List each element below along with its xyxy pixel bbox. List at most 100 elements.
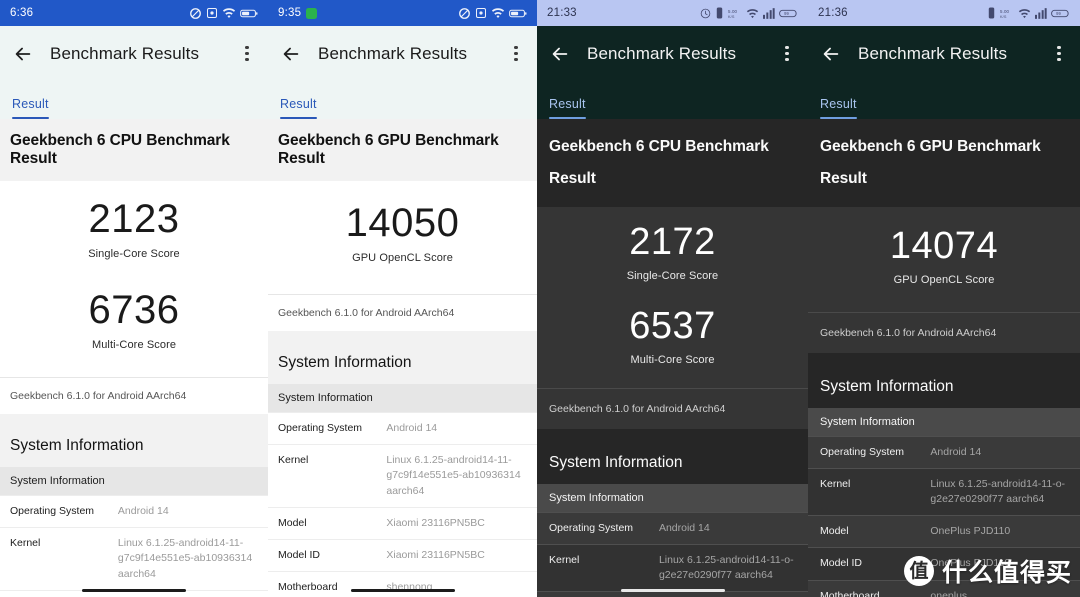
overflow-menu-icon[interactable] — [778, 44, 796, 64]
row-value: Linux 6.1.25-android14-11-o-g2e27e0290f7… — [930, 477, 1066, 505]
data-icon: 5.00K/S — [728, 8, 738, 18]
vibrate-icon — [988, 7, 995, 19]
back-arrow-icon[interactable] — [549, 43, 571, 65]
row-value: Xiaomi 23116PN5BC — [386, 516, 485, 529]
section-header-system-information: System Information — [0, 428, 268, 467]
notification-badge-icon — [306, 7, 318, 19]
section-gap — [268, 331, 537, 345]
version-label: Geekbench 6.1.0 for Android AArch64 — [0, 377, 268, 414]
row-key: Model — [0, 591, 118, 597]
table-row: Model OnePlus PJD110 — [537, 591, 808, 597]
score-label-multi: Multi-Core Score — [91, 339, 177, 351]
svg-text:99: 99 — [784, 11, 789, 16]
section-header-system-information: System Information — [808, 368, 1080, 408]
score-value-multi: 6736 — [88, 288, 180, 332]
row-key: Kernel — [278, 454, 309, 467]
row-value: Linux 6.1.25-android14-11-g7c9f14e551e5-… — [117, 537, 253, 580]
result-title: Geekbench 6 CPU Benchmark Result — [0, 119, 268, 181]
row-key: Operating System — [549, 521, 634, 534]
tab-bar: Result — [537, 81, 808, 119]
score-card: 2172 Single-Core Score 6537 Multi-Core S… — [537, 206, 808, 388]
wifi-icon — [1018, 8, 1031, 18]
tab-bar: Result — [0, 81, 268, 119]
battery-icon: 99 — [779, 9, 797, 17]
version-label: Geekbench 6.1.0 for Android AArch64 — [537, 387, 808, 429]
table-row: Kernel Linux 6.1.25-android14-11-o-g2e27… — [808, 467, 1080, 516]
status-time: 6:36 — [10, 7, 34, 19]
row-value: Android 14 — [658, 521, 710, 534]
screenshot-icon — [476, 8, 486, 18]
score-card: 2123 Single-Core Score 6736 Multi-Core S… — [0, 181, 268, 377]
score-label-gpu: GPU OpenCL Score — [893, 273, 995, 286]
section-header-system-information: System Information — [537, 444, 808, 484]
app-bar: Benchmark Results — [0, 26, 268, 81]
row-value: Linux 6.1.25-android14-11-o-g2e27e0290f7… — [658, 553, 794, 581]
tab-bar: Result — [268, 81, 537, 119]
section-header-system-information: System Information — [268, 345, 537, 384]
app-bar: Benchmark Results — [268, 26, 537, 81]
row-value: OnePlus PJD110 — [659, 592, 808, 597]
svg-text:5.00: 5.00 — [1000, 8, 1010, 13]
battery-icon — [509, 9, 527, 17]
svg-text:K/S: K/S — [1000, 14, 1007, 18]
result-title: Geekbench 6 GPU Benchmark Result — [808, 119, 1080, 207]
row-key: Operating System — [278, 422, 363, 434]
status-time: 21:33 — [547, 7, 577, 19]
wifi-icon — [746, 8, 759, 18]
phone-screen-xiaomi-cpu: 6:36 Benchmark Results Result Geekbench … — [0, 0, 268, 597]
row-key: Operating System — [820, 445, 905, 458]
watermark-text: 什么值得买 — [941, 559, 1072, 587]
page-title: Benchmark Results — [858, 43, 1008, 63]
table-row: Motherboard shennong — [268, 571, 537, 597]
back-arrow-icon[interactable] — [820, 43, 842, 65]
score-label-gpu: GPU OpenCL Score — [352, 252, 453, 264]
tab-result[interactable]: Result — [12, 97, 63, 119]
version-label: Geekbench 6.1.0 for Android AArch64 — [268, 294, 537, 331]
status-bar: 21:33 5.00 K/S 99 — [537, 0, 808, 26]
wifi-icon — [222, 8, 236, 18]
svg-text:5.00: 5.00 — [728, 8, 738, 13]
table-row: Kernel Linux 6.1.25-android14-11-g7c9f14… — [0, 527, 268, 590]
overflow-menu-icon[interactable] — [238, 44, 256, 64]
signal-icon — [763, 7, 775, 19]
row-key: Model ID — [278, 549, 321, 562]
result-title-line-2: Result — [549, 169, 596, 187]
row-value: Android 14 — [930, 445, 982, 458]
app-bar: Benchmark Results — [537, 26, 808, 81]
row-value: Android 14 — [117, 505, 169, 517]
section-gap — [0, 414, 268, 428]
version-label: Geekbench 6.1.0 for Android AArch64 — [808, 311, 1080, 353]
result-title-line-2: Result — [820, 169, 867, 187]
table-row: Kernel Linux 6.1.25-android14-11-o-g2e27… — [537, 543, 808, 592]
back-arrow-icon[interactable] — [280, 43, 302, 65]
battery-icon: 99 — [1051, 9, 1069, 17]
overflow-menu-icon[interactable] — [507, 44, 525, 64]
row-value: Xiaomi 23116PN5BC — [118, 591, 268, 597]
row-value: Linux 6.1.25-android14-11-g7c9f14e551e5-… — [386, 454, 521, 497]
table-row: Model Xiaomi 23116PN5BC — [268, 506, 537, 540]
table-row: Operating System Android 14 — [0, 495, 268, 528]
row-key: Kernel — [549, 553, 580, 566]
score-value-gpu: 14074 — [889, 224, 999, 267]
svg-text:99: 99 — [1056, 11, 1061, 16]
dnd-icon — [190, 7, 201, 19]
status-bar: 21:36 5.00 K/S 99 — [808, 0, 1080, 26]
row-key: Model — [537, 592, 659, 597]
score-value-single: 2172 — [629, 220, 716, 263]
row-key: Operating System — [10, 505, 95, 517]
system-information-table: System Information Operating System Andr… — [0, 467, 268, 597]
table-row: Kernel Linux 6.1.25-android14-11-g7c9f14… — [268, 444, 537, 507]
result-title-line-1: Geekbench 6 CPU Benchmark — [549, 138, 769, 155]
row-value: Xiaomi 23116PN5BC — [386, 549, 485, 562]
tab-result[interactable]: Result — [820, 97, 871, 119]
overflow-menu-icon[interactable] — [1050, 44, 1068, 64]
tab-result[interactable]: Result — [549, 97, 600, 119]
table-row: Model Xiaomi 23116PN5BC — [0, 589, 268, 597]
back-arrow-icon[interactable] — [12, 43, 34, 65]
phone-screen-oneplus-cpu: 21:33 5.00 K/S 99 Benchmark Results Resul… — [537, 0, 808, 597]
vibrate-icon — [716, 7, 723, 19]
row-key: Motherboard — [278, 581, 338, 594]
row-key: Kernel — [820, 477, 851, 490]
tab-result[interactable]: Result — [280, 97, 331, 119]
app-bar: Benchmark Results — [808, 26, 1080, 81]
